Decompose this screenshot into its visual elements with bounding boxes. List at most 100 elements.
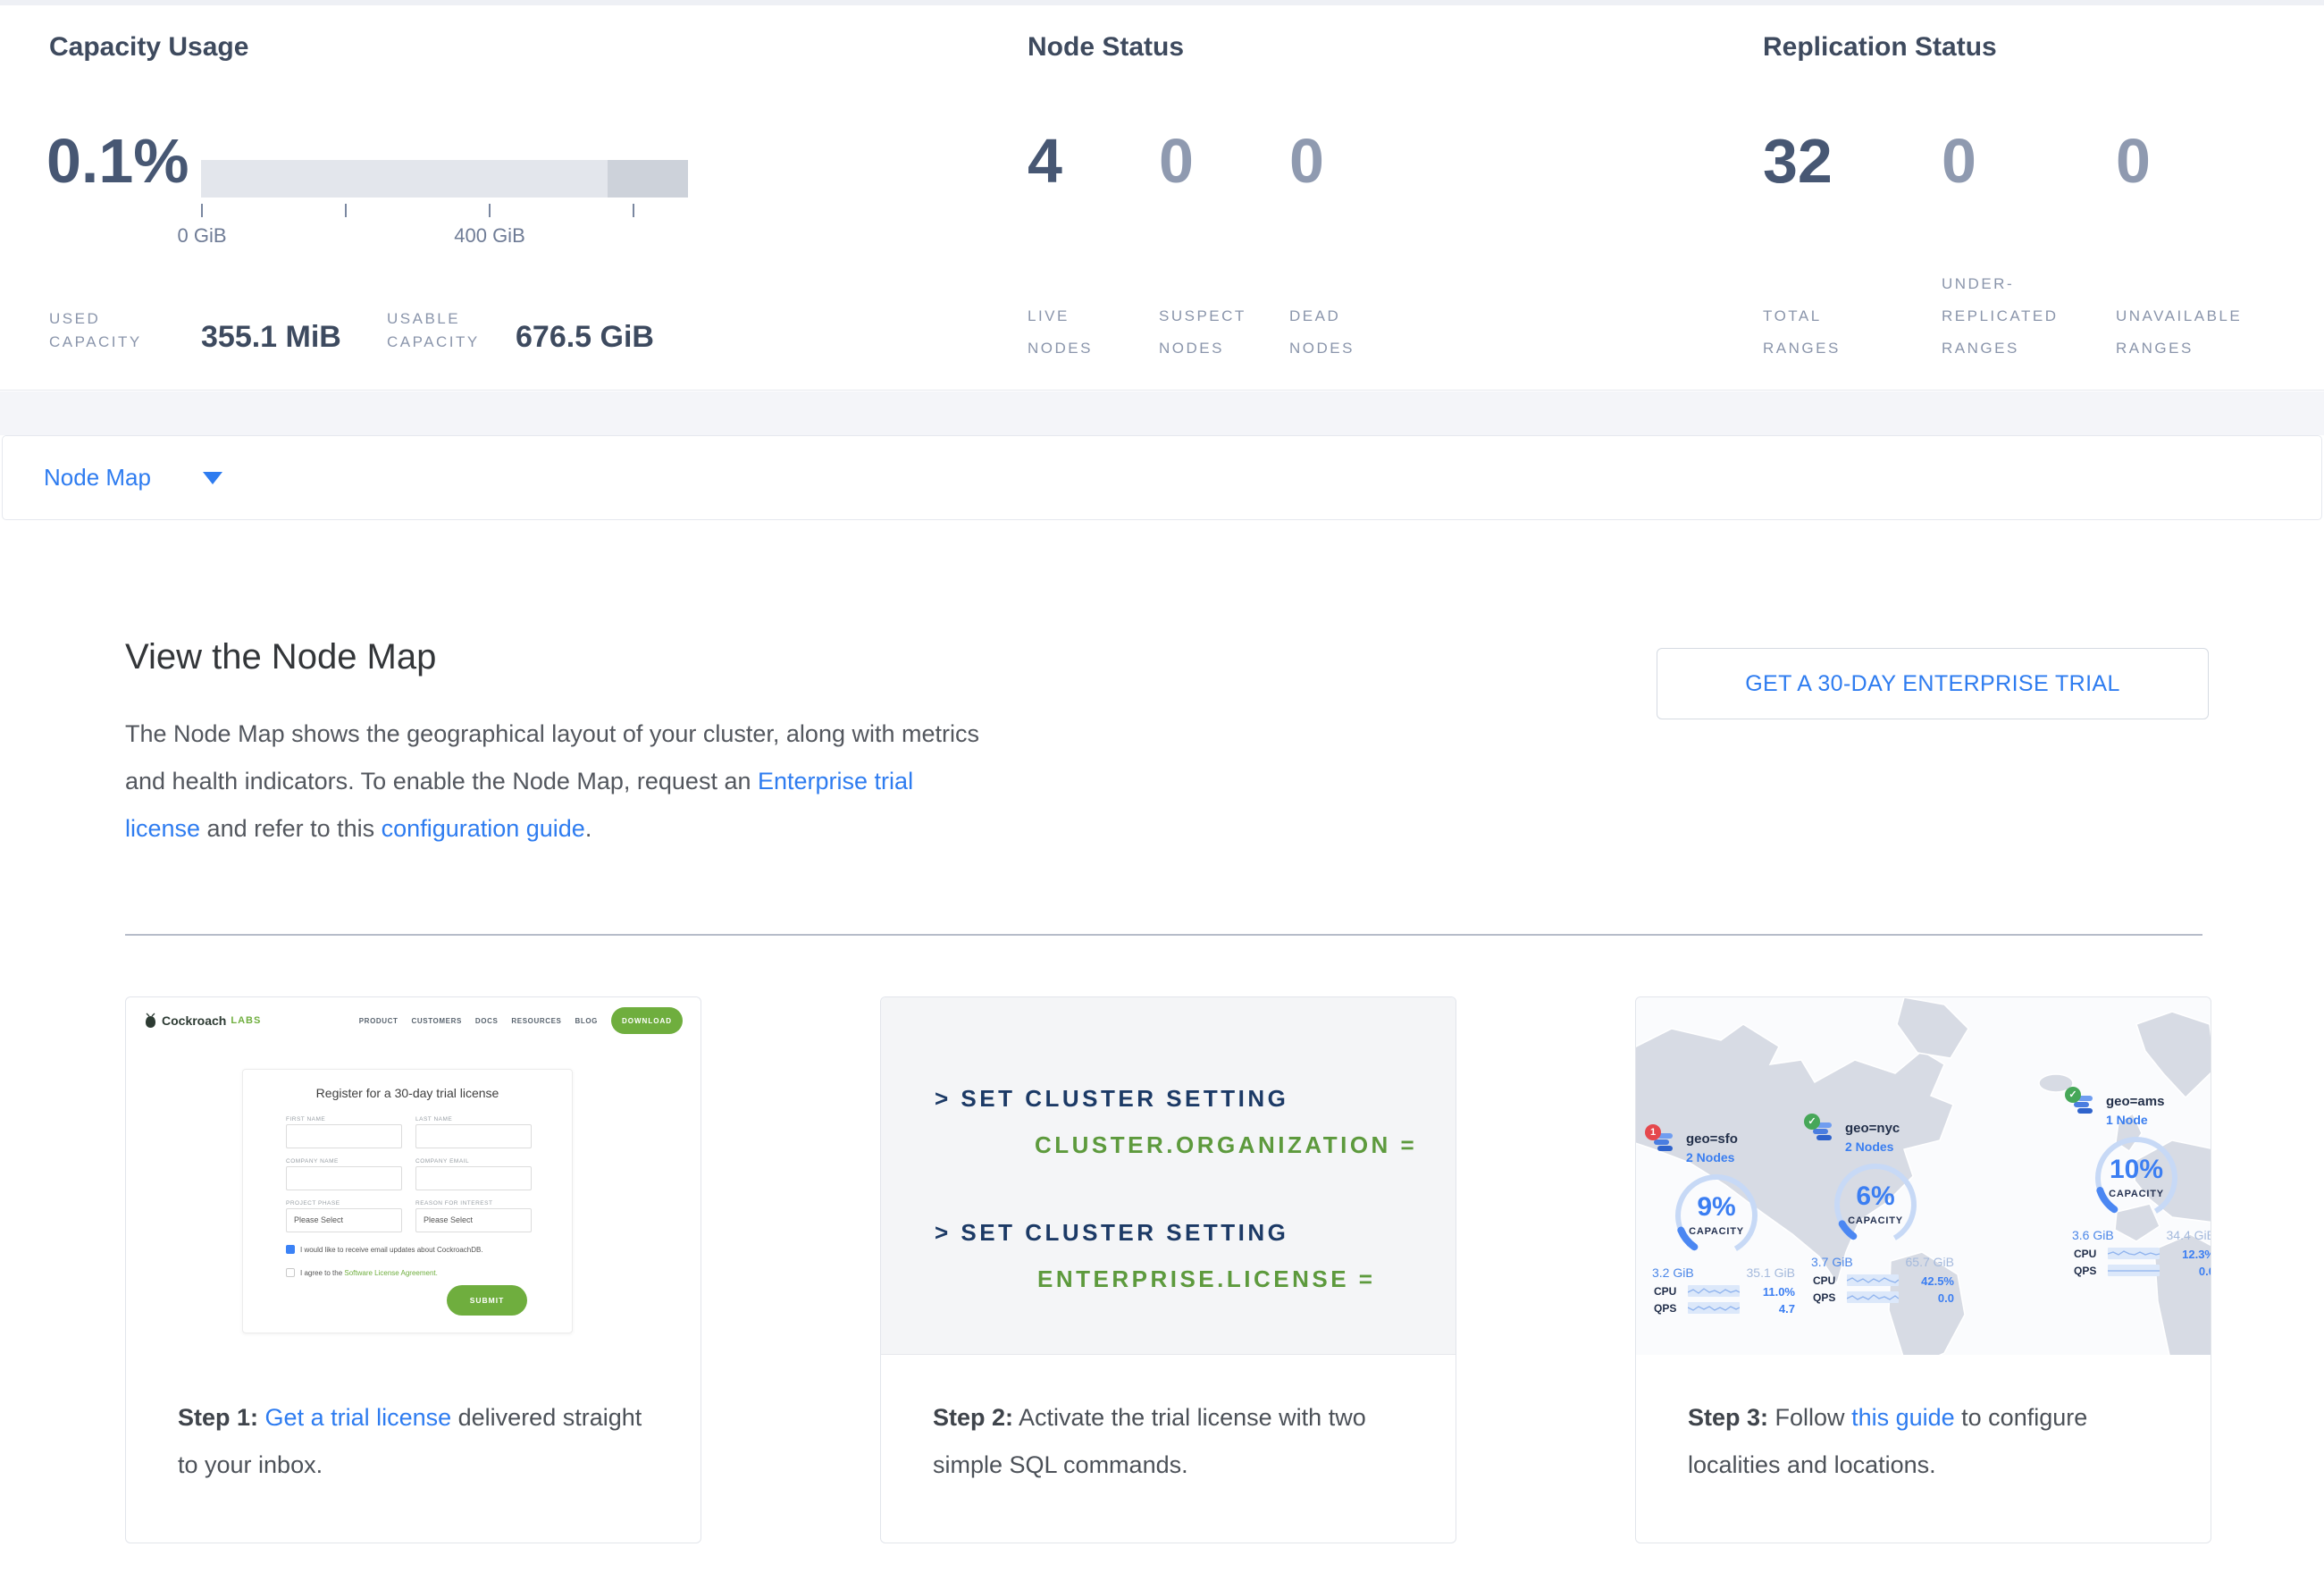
cpu-sparkline-icon xyxy=(2108,1248,2160,1259)
unavailable-ranges-count: 0 xyxy=(2116,127,2151,196)
cluster-overview-page: Capacity Usage 0.1% 0 GiB 400 GiB USED C… xyxy=(0,0,2324,1589)
cluster-summary-strip: Capacity Usage 0.1% 0 GiB 400 GiB USED C… xyxy=(0,0,2324,391)
license-agree-text: I agree to the Software License Agreemen… xyxy=(300,1269,438,1277)
project-phase-select: Please Select xyxy=(286,1208,402,1232)
cpu-label: CPU xyxy=(1654,1285,1676,1298)
under-replicated-ranges-label: UNDER- REPLICATED RANGES xyxy=(1942,268,2059,365)
cpu-value: 42.5% xyxy=(1921,1274,1954,1288)
node-map-dropdown-label[interactable]: Node Map xyxy=(44,464,151,492)
suspect-nodes-label: SUSPECT NODES xyxy=(1159,300,1246,365)
capacity-label: CAPACITY xyxy=(1831,1215,1920,1226)
cockroach-icon xyxy=(144,1013,157,1029)
reason-select: Please Select xyxy=(415,1208,532,1232)
first-name-field xyxy=(286,1124,402,1148)
get-enterprise-trial-button[interactable]: GET A 30-DAY ENTERPRISE TRIAL xyxy=(1657,648,2209,719)
total-ranges-count: 32 xyxy=(1763,127,1833,196)
capacity-percent: 6% xyxy=(1831,1181,1920,1212)
total-capacity: 34.4 GiB xyxy=(2167,1228,2211,1242)
qps-sparkline-icon xyxy=(1847,1291,1899,1303)
submit-button: SUBMIT xyxy=(447,1285,527,1316)
section-gap xyxy=(0,391,2324,435)
brand-suffix: LABS xyxy=(231,1015,261,1026)
company-name-label: COMPANY NAME xyxy=(286,1158,339,1164)
nav-item-docs: DOCS xyxy=(475,1017,499,1025)
step2-sql-snippet: > SET CLUSTER SETTING CLUSTER.ORGANIZATI… xyxy=(881,997,1456,1355)
software-license-agreement-link: Software License Agreement. xyxy=(344,1269,438,1277)
capacity-used-percent: 0.1% xyxy=(46,127,189,196)
cpu-label: CPU xyxy=(2074,1248,2096,1260)
used-capacity-value: 355.1 MiB xyxy=(201,320,341,355)
nav-item-resources: RESOURCES xyxy=(511,1017,561,1025)
company-name-field xyxy=(286,1166,402,1190)
nav-item-customers: CUSTOMERS xyxy=(412,1017,462,1025)
total-ranges-label: TOTAL RANGES xyxy=(1763,300,1841,365)
capacity-axis-tick xyxy=(489,204,491,217)
total-capacity: 65.7 GiB xyxy=(1906,1255,1954,1269)
capacity-percent: 9% xyxy=(1672,1192,1761,1223)
step1-text xyxy=(258,1404,265,1431)
used-capacity: 3.2 GiB xyxy=(1652,1265,1694,1280)
reason-label: REASON FOR INTEREST xyxy=(415,1200,492,1206)
trial-license-form: Register for a 30-day trial license FIRS… xyxy=(242,1069,573,1333)
configuration-guide-link[interactable]: configuration guide xyxy=(382,815,585,842)
minisite-header: Cockroach LABS PRODUCT CUSTOMERS DOCS RE… xyxy=(126,997,701,1044)
cpu-value: 11.0% xyxy=(1763,1285,1795,1299)
capacity-percent: 10% xyxy=(2092,1155,2181,1185)
locality-name: geo=sfo xyxy=(1686,1131,1738,1147)
replication-status-title: Replication Status xyxy=(1763,32,1997,63)
used-capacity: 3.7 GiB xyxy=(1811,1255,1853,1269)
steps-cards-row: Cockroach LABS PRODUCT CUSTOMERS DOCS RE… xyxy=(125,996,2211,1543)
step3-node-map-preview: 1 geo=sfo 2 Nodes 9% CAPA xyxy=(1636,997,2211,1355)
under-replicated-ranges-count: 0 xyxy=(1942,127,1976,196)
page-title: View the Node Map xyxy=(125,637,436,677)
locality-nodes: 2 Nodes xyxy=(1686,1150,1734,1164)
email-updates-check-row: I would like to receive email updates ab… xyxy=(286,1245,483,1254)
section-divider xyxy=(125,934,2202,936)
get-trial-license-link[interactable]: Get a trial license xyxy=(265,1404,452,1431)
first-name-label: FIRST NAME xyxy=(286,1116,325,1122)
node-map-dropdown[interactable]: Node Map xyxy=(2,435,2322,520)
usable-capacity-value: 676.5 GiB xyxy=(516,320,654,355)
capacity-label: CAPACITY xyxy=(1672,1226,1761,1237)
company-email-field xyxy=(415,1166,532,1190)
nav-item-blog: BLOG xyxy=(575,1017,598,1025)
total-capacity: 35.1 GiB xyxy=(1747,1265,1795,1280)
cpu-label: CPU xyxy=(1813,1274,1835,1287)
qps-value: 0.0 xyxy=(1938,1291,1954,1305)
capacity-usage-title: Capacity Usage xyxy=(49,32,248,63)
this-guide-link[interactable]: this guide xyxy=(1851,1404,1955,1431)
qps-label: QPS xyxy=(1654,1302,1676,1315)
step2-card: > SET CLUSTER SETTING CLUSTER.ORGANIZATI… xyxy=(880,996,1456,1543)
capacity-bar-nonusable-segment xyxy=(608,160,688,198)
cpu-sparkline-icon xyxy=(1847,1274,1899,1286)
step3-caption: Step 3: Follow this guide to configure l… xyxy=(1636,1355,2211,1489)
intro-text: . xyxy=(585,815,592,842)
qps-label: QPS xyxy=(1813,1291,1835,1304)
download-button: DOWNLOAD xyxy=(611,1007,683,1034)
qps-value: 4.7 xyxy=(1779,1302,1795,1316)
email-updates-text: I would like to receive email updates ab… xyxy=(300,1246,483,1254)
step2-label: Step 2: xyxy=(933,1404,1013,1431)
capacity-axis-tick xyxy=(345,204,347,217)
sql-enterprise-license: ENTERPRISE.LICENSE = xyxy=(1037,1265,1375,1293)
intro-paragraph: The Node Map shows the geographical layo… xyxy=(125,710,987,853)
node-status-title: Node Status xyxy=(1028,32,1184,63)
cockroach-labs-logo: Cockroach LABS xyxy=(144,1013,261,1029)
live-nodes-count: 4 xyxy=(1028,127,1062,196)
minisite-screenshot: Cockroach LABS PRODUCT CUSTOMERS DOCS RE… xyxy=(126,997,701,1355)
chevron-down-icon[interactable] xyxy=(203,472,222,484)
step3-label: Step 3: xyxy=(1688,1404,1768,1431)
capacity-axis-tick xyxy=(201,204,203,217)
project-phase-label: PROJECT PHASE xyxy=(286,1200,340,1206)
checkbox-checked-icon xyxy=(286,1245,295,1254)
qps-sparkline-icon xyxy=(1688,1302,1740,1314)
sql-set-cluster-setting-1: > SET CLUSTER SETTING xyxy=(935,1085,1288,1113)
capacity-axis-label-0: 0 GiB xyxy=(148,224,256,248)
step3-card: 1 geo=sfo 2 Nodes 9% CAPA xyxy=(1635,996,2211,1543)
last-name-field xyxy=(415,1124,532,1148)
locality-nodes: 1 Node xyxy=(2106,1113,2148,1127)
dead-nodes-count: 0 xyxy=(1289,127,1324,196)
sql-set-cluster-setting-2: > SET CLUSTER SETTING xyxy=(935,1219,1288,1247)
healthy-badge-icon: ✓ xyxy=(2065,1087,2081,1103)
sql-cluster-organization: CLUSTER.ORGANIZATION = xyxy=(1035,1131,1417,1159)
